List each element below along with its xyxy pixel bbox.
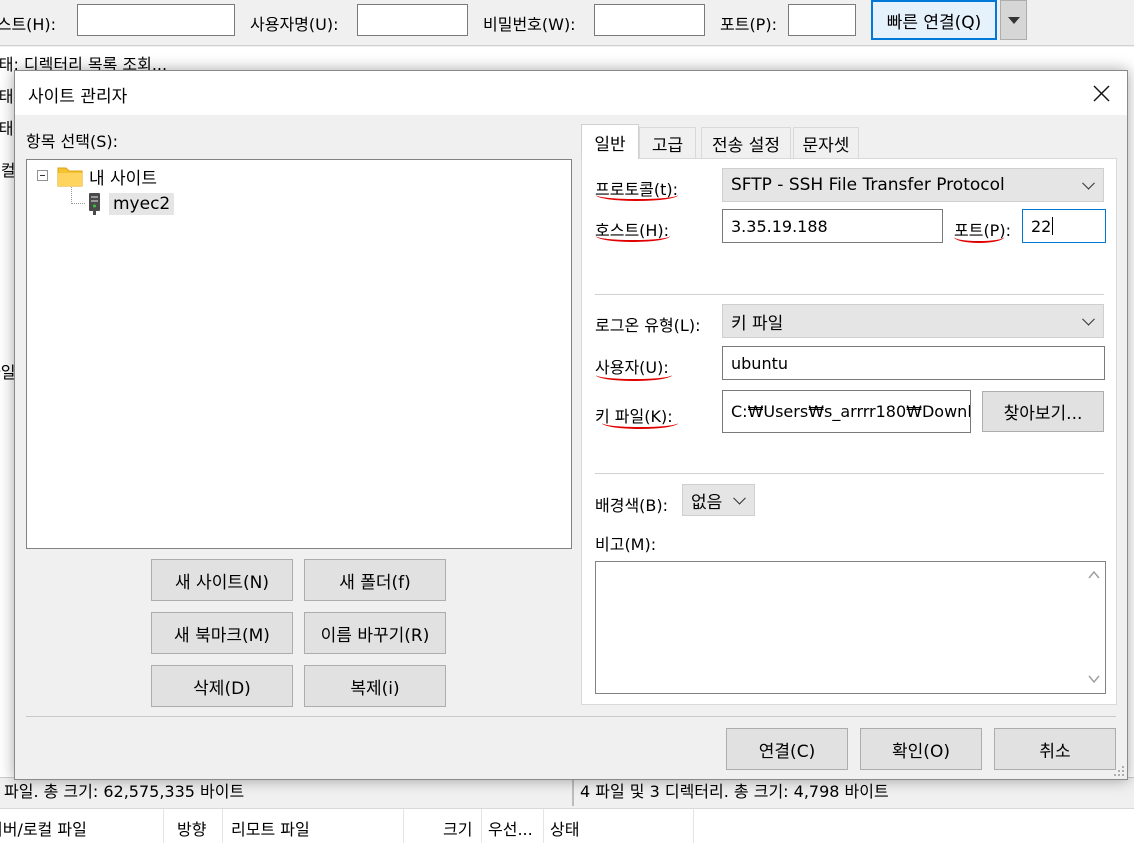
status-divider <box>572 778 574 806</box>
annotation-underline <box>596 375 672 381</box>
notes-label: 비고(M): <box>595 535 657 554</box>
quickconnect-host-input[interactable] <box>77 4 235 36</box>
dialog-titlebar: 사이트 관리자 <box>15 71 1127 115</box>
tree-item-my-sites[interactable]: 내 사이트 <box>57 162 157 190</box>
dialog-title: 사이트 관리자 <box>28 87 128 107</box>
logon-type-select[interactable]: 키 파일 <box>722 304 1104 338</box>
notes-textarea[interactable] <box>595 561 1106 694</box>
tree-item-site[interactable]: myec2 <box>87 190 175 218</box>
logon-type-label: 로그온 유형(L): <box>595 316 701 335</box>
bgcolor-label: 배경색(B): <box>595 496 669 515</box>
new-bookmark-button[interactable]: 새 북마크(M) <box>151 612 293 654</box>
chevron-down-icon <box>1082 312 1095 326</box>
queue-column-header[interactable]: 리모트 파일 <box>231 816 310 840</box>
queue-column-header[interactable]: 상태 <box>550 816 579 840</box>
quickconnect-user-input[interactable] <box>357 4 468 36</box>
tree-connector <box>71 203 85 204</box>
annotation-underline <box>602 423 678 429</box>
log-line: 상태 <box>0 87 14 106</box>
annotation-underline <box>596 195 678 201</box>
annotation-underline <box>954 237 1004 243</box>
column-divider <box>403 809 404 843</box>
quickconnect-pass-label: 비밀번호(W): <box>483 15 576 34</box>
close-button[interactable] <box>1079 75 1123 111</box>
queue-column-header[interactable]: 우선... <box>488 816 533 840</box>
cancel-button[interactable]: 취소 <box>994 728 1116 770</box>
resize-grip-icon[interactable] <box>1111 763 1125 777</box>
quickconnect-bar: 호스트(H): 사용자명(U): 비밀번호(W): 포트(P): 빠른 연결(Q… <box>0 0 1134 46</box>
quickconnect-dropdown-button[interactable] <box>1000 0 1027 40</box>
minus-icon <box>40 175 45 176</box>
local-status-text: 파일. 총 크기: 62,575,335 바이트 <box>4 782 245 801</box>
scroll-up-icon <box>1088 570 1100 579</box>
logon-type-select-value: 키 파일 <box>731 313 784 334</box>
tab-panel-general: 프로토콜(t): SFTP - SSH File Transfer Protoc… <box>581 158 1117 705</box>
chevron-down-icon <box>733 491 746 505</box>
tree-item-label: 내 사이트 <box>89 168 157 189</box>
server-icon <box>89 193 100 215</box>
browse-button[interactable]: 찾아보기... <box>982 391 1104 432</box>
host-input[interactable]: 3.35.19.188 <box>722 209 943 243</box>
separator <box>595 294 1104 295</box>
user-input-value: ubuntu <box>731 353 788 373</box>
site-manager-dialog: 사이트 관리자 항목 선택(S): 내 사이트 myec2 새 사이트(N) 새… <box>14 70 1128 780</box>
close-icon <box>1093 85 1110 102</box>
queue-column-header[interactable]: 크기 <box>443 816 472 840</box>
protocol-select[interactable]: SFTP - SSH File Transfer Protocol <box>722 168 1104 202</box>
column-divider <box>693 809 694 843</box>
user-input[interactable]: ubuntu <box>722 346 1105 380</box>
host-input-value: 3.35.19.188 <box>731 216 828 236</box>
chevron-down-icon <box>1082 176 1095 190</box>
tree-item-label: myec2 <box>109 193 175 215</box>
bgcolor-select-value: 없음 <box>691 492 723 513</box>
separator <box>595 473 1104 474</box>
column-divider <box>163 809 164 843</box>
keyfile-input[interactable]: C:₩Users₩s_arrrr180₩Downlo <box>722 390 971 433</box>
text-cursor <box>1052 217 1054 235</box>
quickconnect-pass-input[interactable] <box>594 4 705 36</box>
rename-button[interactable]: 이름 바꾸기(R) <box>304 612 446 654</box>
quickconnect-host-label: 호스트(H): <box>0 15 57 34</box>
delete-button[interactable]: 삭제(D) <box>151 665 293 707</box>
queue-column-header[interactable]: 서버/로컬 파일 <box>0 816 87 840</box>
tab-transfer-settings[interactable]: 전송 설정 <box>701 127 791 159</box>
connect-button[interactable]: 연결(C) <box>726 728 848 770</box>
quickconnect-port-input[interactable] <box>788 4 856 36</box>
quickconnect-button[interactable]: 빠른 연결(Q) <box>871 0 997 40</box>
new-site-button[interactable]: 새 사이트(N) <box>151 559 293 601</box>
column-divider <box>543 809 544 843</box>
status-strip: 파일. 총 크기: 62,575,335 바이트 4 파일 및 3 디렉터리. … <box>0 777 1134 807</box>
column-divider <box>222 809 223 843</box>
site-tree[interactable]: 내 사이트 myec2 <box>26 159 572 549</box>
scroll-down-icon <box>1088 675 1100 684</box>
tab-general[interactable]: 일반 <box>581 124 639 159</box>
dialog-footer-separator <box>26 716 1116 717</box>
port-input[interactable]: 22 <box>1022 209 1106 243</box>
new-folder-button[interactable]: 새 폴더(f) <box>304 559 446 601</box>
annotation-underline <box>596 236 670 242</box>
triangle-down-icon <box>1007 16 1020 24</box>
ok-button[interactable]: 확인(O) <box>860 728 982 770</box>
queue-column-header[interactable]: 방향 <box>177 816 206 840</box>
folder-icon <box>57 167 83 187</box>
duplicate-button[interactable]: 복제(i) <box>304 665 446 707</box>
log-line: 상태 <box>0 119 14 138</box>
port-input-value: 22 <box>1031 216 1052 236</box>
remote-status-text: 4 파일 및 3 디렉터리. 총 크기: 4,798 바이트 <box>580 782 889 801</box>
column-divider <box>481 809 482 843</box>
quickconnect-port-label: 포트(P): <box>720 15 777 34</box>
queue-header: 서버/로컬 파일 방향 리모트 파일 크기 우선... 상태 <box>0 808 1134 843</box>
select-entry-label: 항목 선택(S): <box>26 132 118 151</box>
scrollbar[interactable] <box>1083 562 1105 693</box>
keyfile-input-value: C:₩Users₩s_arrrr180₩Downlo <box>731 402 971 421</box>
quickconnect-user-label: 사용자명(U): <box>250 15 339 34</box>
protocol-select-value: SFTP - SSH File Transfer Protocol <box>731 175 1005 195</box>
bgcolor-select[interactable]: 없음 <box>682 484 755 516</box>
tab-advanced[interactable]: 고급 <box>639 127 696 159</box>
tree-collapse-toggle[interactable] <box>37 170 48 181</box>
tab-charset[interactable]: 문자셋 <box>793 127 859 159</box>
